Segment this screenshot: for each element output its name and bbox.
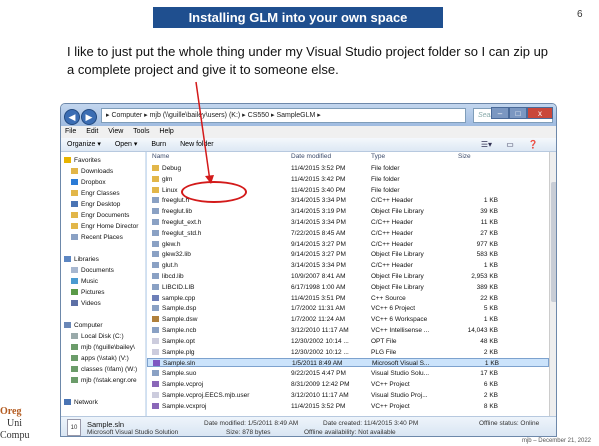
footer-author-date: mjb – December 21, 2022 — [521, 438, 591, 444]
slide: Installing GLM into your own space 6 I l… — [0, 0, 599, 446]
annotation-arrow — [195, 81, 214, 184]
footer-logo-line3: Compu — [0, 430, 30, 441]
footer-logo-line1: Oreg — [0, 406, 22, 417]
footer-logo-line2: Uni — [7, 418, 22, 429]
